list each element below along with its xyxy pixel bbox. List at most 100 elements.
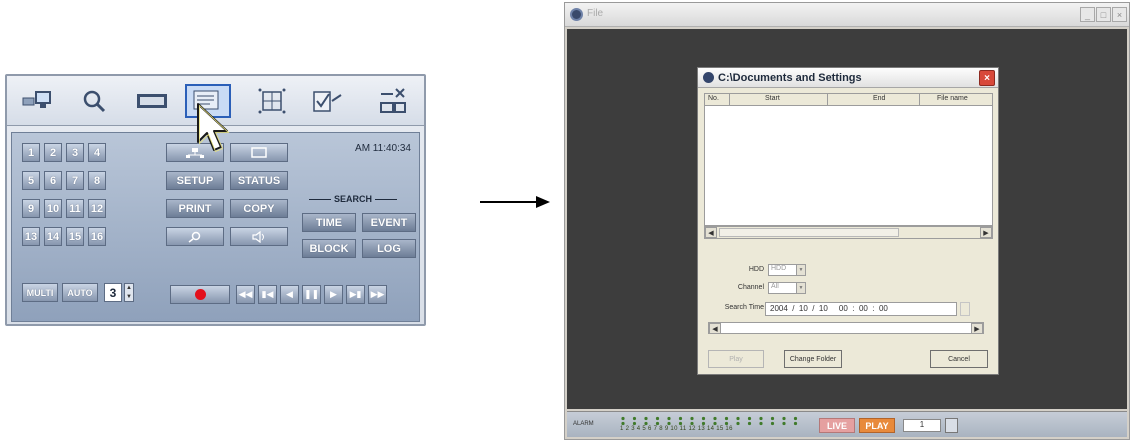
channel-button-9[interactable]: 9 <box>22 199 40 218</box>
play-file-button[interactable]: Play <box>708 350 764 368</box>
alarm-dot <box>759 416 763 421</box>
record-button[interactable] <box>170 285 230 304</box>
column-start[interactable]: Start <box>765 95 780 102</box>
scroll-left-icon[interactable]: ◀ <box>709 323 721 334</box>
alarm-dot <box>701 416 706 421</box>
channel-button-2[interactable]: 2 <box>44 143 62 162</box>
grid-icon[interactable] <box>253 84 291 118</box>
alarm-numbers: 1 2 3 4 5 6 7 8 9 10 11 12 13 14 15 16 <box>620 426 733 432</box>
channel-button-6[interactable]: 6 <box>44 171 62 190</box>
scroll-right-icon[interactable]: ▶ <box>971 323 983 334</box>
maximize-icon[interactable]: □ <box>1096 7 1111 22</box>
channel-button-3[interactable]: 3 <box>66 143 84 162</box>
page-button[interactable] <box>945 418 958 433</box>
step-forward-button[interactable]: ▶▮ <box>346 285 365 304</box>
clock-display: AM 11:40:34 <box>355 143 411 154</box>
tape-icon[interactable] <box>133 84 171 118</box>
channel-button-11[interactable]: 11 <box>66 199 84 218</box>
magnifier-icon <box>188 231 201 243</box>
alarm-dot <box>724 421 729 426</box>
channel-button-10[interactable]: 10 <box>44 199 62 218</box>
channel-button-4[interactable]: 4 <box>88 143 106 162</box>
channel-button-7[interactable]: 7 <box>66 171 84 190</box>
scroll-right-icon[interactable]: ▶ <box>980 227 992 238</box>
print-button[interactable]: PRINT <box>166 199 224 218</box>
transition-arrow-icon <box>480 196 550 208</box>
dialog-titlebar[interactable]: C:\Documents and Settings × <box>698 68 998 88</box>
alarm-dot <box>621 421 625 426</box>
change-folder-button[interactable]: Change Folder <box>784 350 842 368</box>
dialog-logo-icon <box>703 72 714 83</box>
app-logo-icon <box>570 8 583 21</box>
time-search-button[interactable]: TIME <box>302 213 356 232</box>
window-title: File <box>587 8 604 19</box>
zoom-button[interactable] <box>166 227 224 246</box>
alarm-dot <box>736 421 740 426</box>
play-button[interactable]: ▶ <box>324 285 343 304</box>
display-icon <box>251 146 267 158</box>
file-list[interactable] <box>704 106 993 226</box>
time-spinner[interactable] <box>960 302 970 316</box>
alarm-dot <box>724 416 729 421</box>
block-search-button[interactable]: BLOCK <box>302 239 356 258</box>
hdd-select[interactable]: HDD ▼ <box>768 264 806 276</box>
channel-button-13[interactable]: 13 <box>22 227 40 246</box>
panel-controls: AM 11:40:34 1 2 3 4 5 6 7 8 9 10 11 12 1… <box>11 132 420 322</box>
channel-button-16[interactable]: 16 <box>88 227 106 246</box>
window-titlebar[interactable]: File _ □ × <box>565 3 1129 27</box>
channel-select[interactable]: All ▼ <box>768 282 806 294</box>
alarm-dot <box>678 416 683 421</box>
dialog-close-icon[interactable]: × <box>979 70 995 86</box>
channel-button-15[interactable]: 15 <box>66 227 84 246</box>
minimize-icon[interactable]: _ <box>1080 7 1095 22</box>
file-window: File _ □ × C:\Documents and Settings × N… <box>564 2 1130 440</box>
scroll-left-icon[interactable]: ◀ <box>705 227 717 238</box>
alarm-indicator-dots <box>621 416 798 426</box>
checklist-icon[interactable] <box>307 84 347 118</box>
file-list-scrollbar[interactable]: ◀ ▶ <box>704 226 993 239</box>
alarm-dot <box>747 421 752 426</box>
monitor-icon[interactable] <box>19 84 57 118</box>
alarm-dot <box>667 421 671 426</box>
fast-rewind-button[interactable]: ◀◀ <box>236 285 255 304</box>
channel-button-8[interactable]: 8 <box>88 171 106 190</box>
play-mode-button[interactable]: PLAY <box>859 418 895 433</box>
column-file-name[interactable]: File name <box>937 95 968 102</box>
channel-button-5[interactable]: 5 <box>22 171 40 190</box>
column-end[interactable]: End <box>873 95 885 102</box>
play-reverse-button[interactable]: ◀ <box>280 285 299 304</box>
mouse-cursor-icon <box>197 103 230 153</box>
event-search-button[interactable]: EVENT <box>362 213 416 232</box>
search-time-field[interactable]: 2004 / 10 / 10 00 : 00 : 00 <box>765 302 957 316</box>
search-icon[interactable] <box>79 84 109 118</box>
multi-button[interactable]: MULTI <box>22 283 58 302</box>
scroll-thumb[interactable] <box>719 228 899 237</box>
auto-button[interactable]: AUTO <box>62 283 98 302</box>
page-field[interactable]: 1 <box>903 419 941 432</box>
column-no[interactable]: No. <box>708 95 719 102</box>
status-button[interactable]: STATUS <box>230 171 288 190</box>
record-dot-icon <box>194 289 206 300</box>
channel-spinner[interactable]: ▲ ▼ <box>124 283 134 302</box>
minimize-close-icon[interactable] <box>377 84 409 118</box>
channel-button-14[interactable]: 14 <box>44 227 62 246</box>
file-dialog: C:\Documents and Settings × No. Start En… <box>697 67 999 375</box>
pause-button[interactable]: ❚❚ <box>302 285 321 304</box>
cancel-button[interactable]: Cancel <box>930 350 988 368</box>
channel-button-12[interactable]: 12 <box>88 199 106 218</box>
dropdown-arrow-icon: ▼ <box>796 265 805 275</box>
close-icon[interactable]: × <box>1112 7 1127 22</box>
timeline-scrollbar[interactable]: ◀ ▶ <box>708 322 984 334</box>
log-search-button[interactable]: LOG <box>362 239 416 258</box>
fast-forward-button[interactable]: ▶▶ <box>368 285 387 304</box>
setup-button[interactable]: SETUP <box>166 171 224 190</box>
copy-button[interactable]: COPY <box>230 199 288 218</box>
display-button[interactable] <box>230 143 288 162</box>
step-back-button[interactable]: ▮◀ <box>258 285 277 304</box>
channel-button-1[interactable]: 1 <box>22 143 40 162</box>
live-button[interactable]: LIVE <box>819 418 855 433</box>
audio-button[interactable] <box>230 227 288 246</box>
video-area: C:\Documents and Settings × No. Start En… <box>567 29 1127 409</box>
alarm-dot <box>793 416 798 421</box>
channel-number-field[interactable]: 3 <box>104 283 122 302</box>
